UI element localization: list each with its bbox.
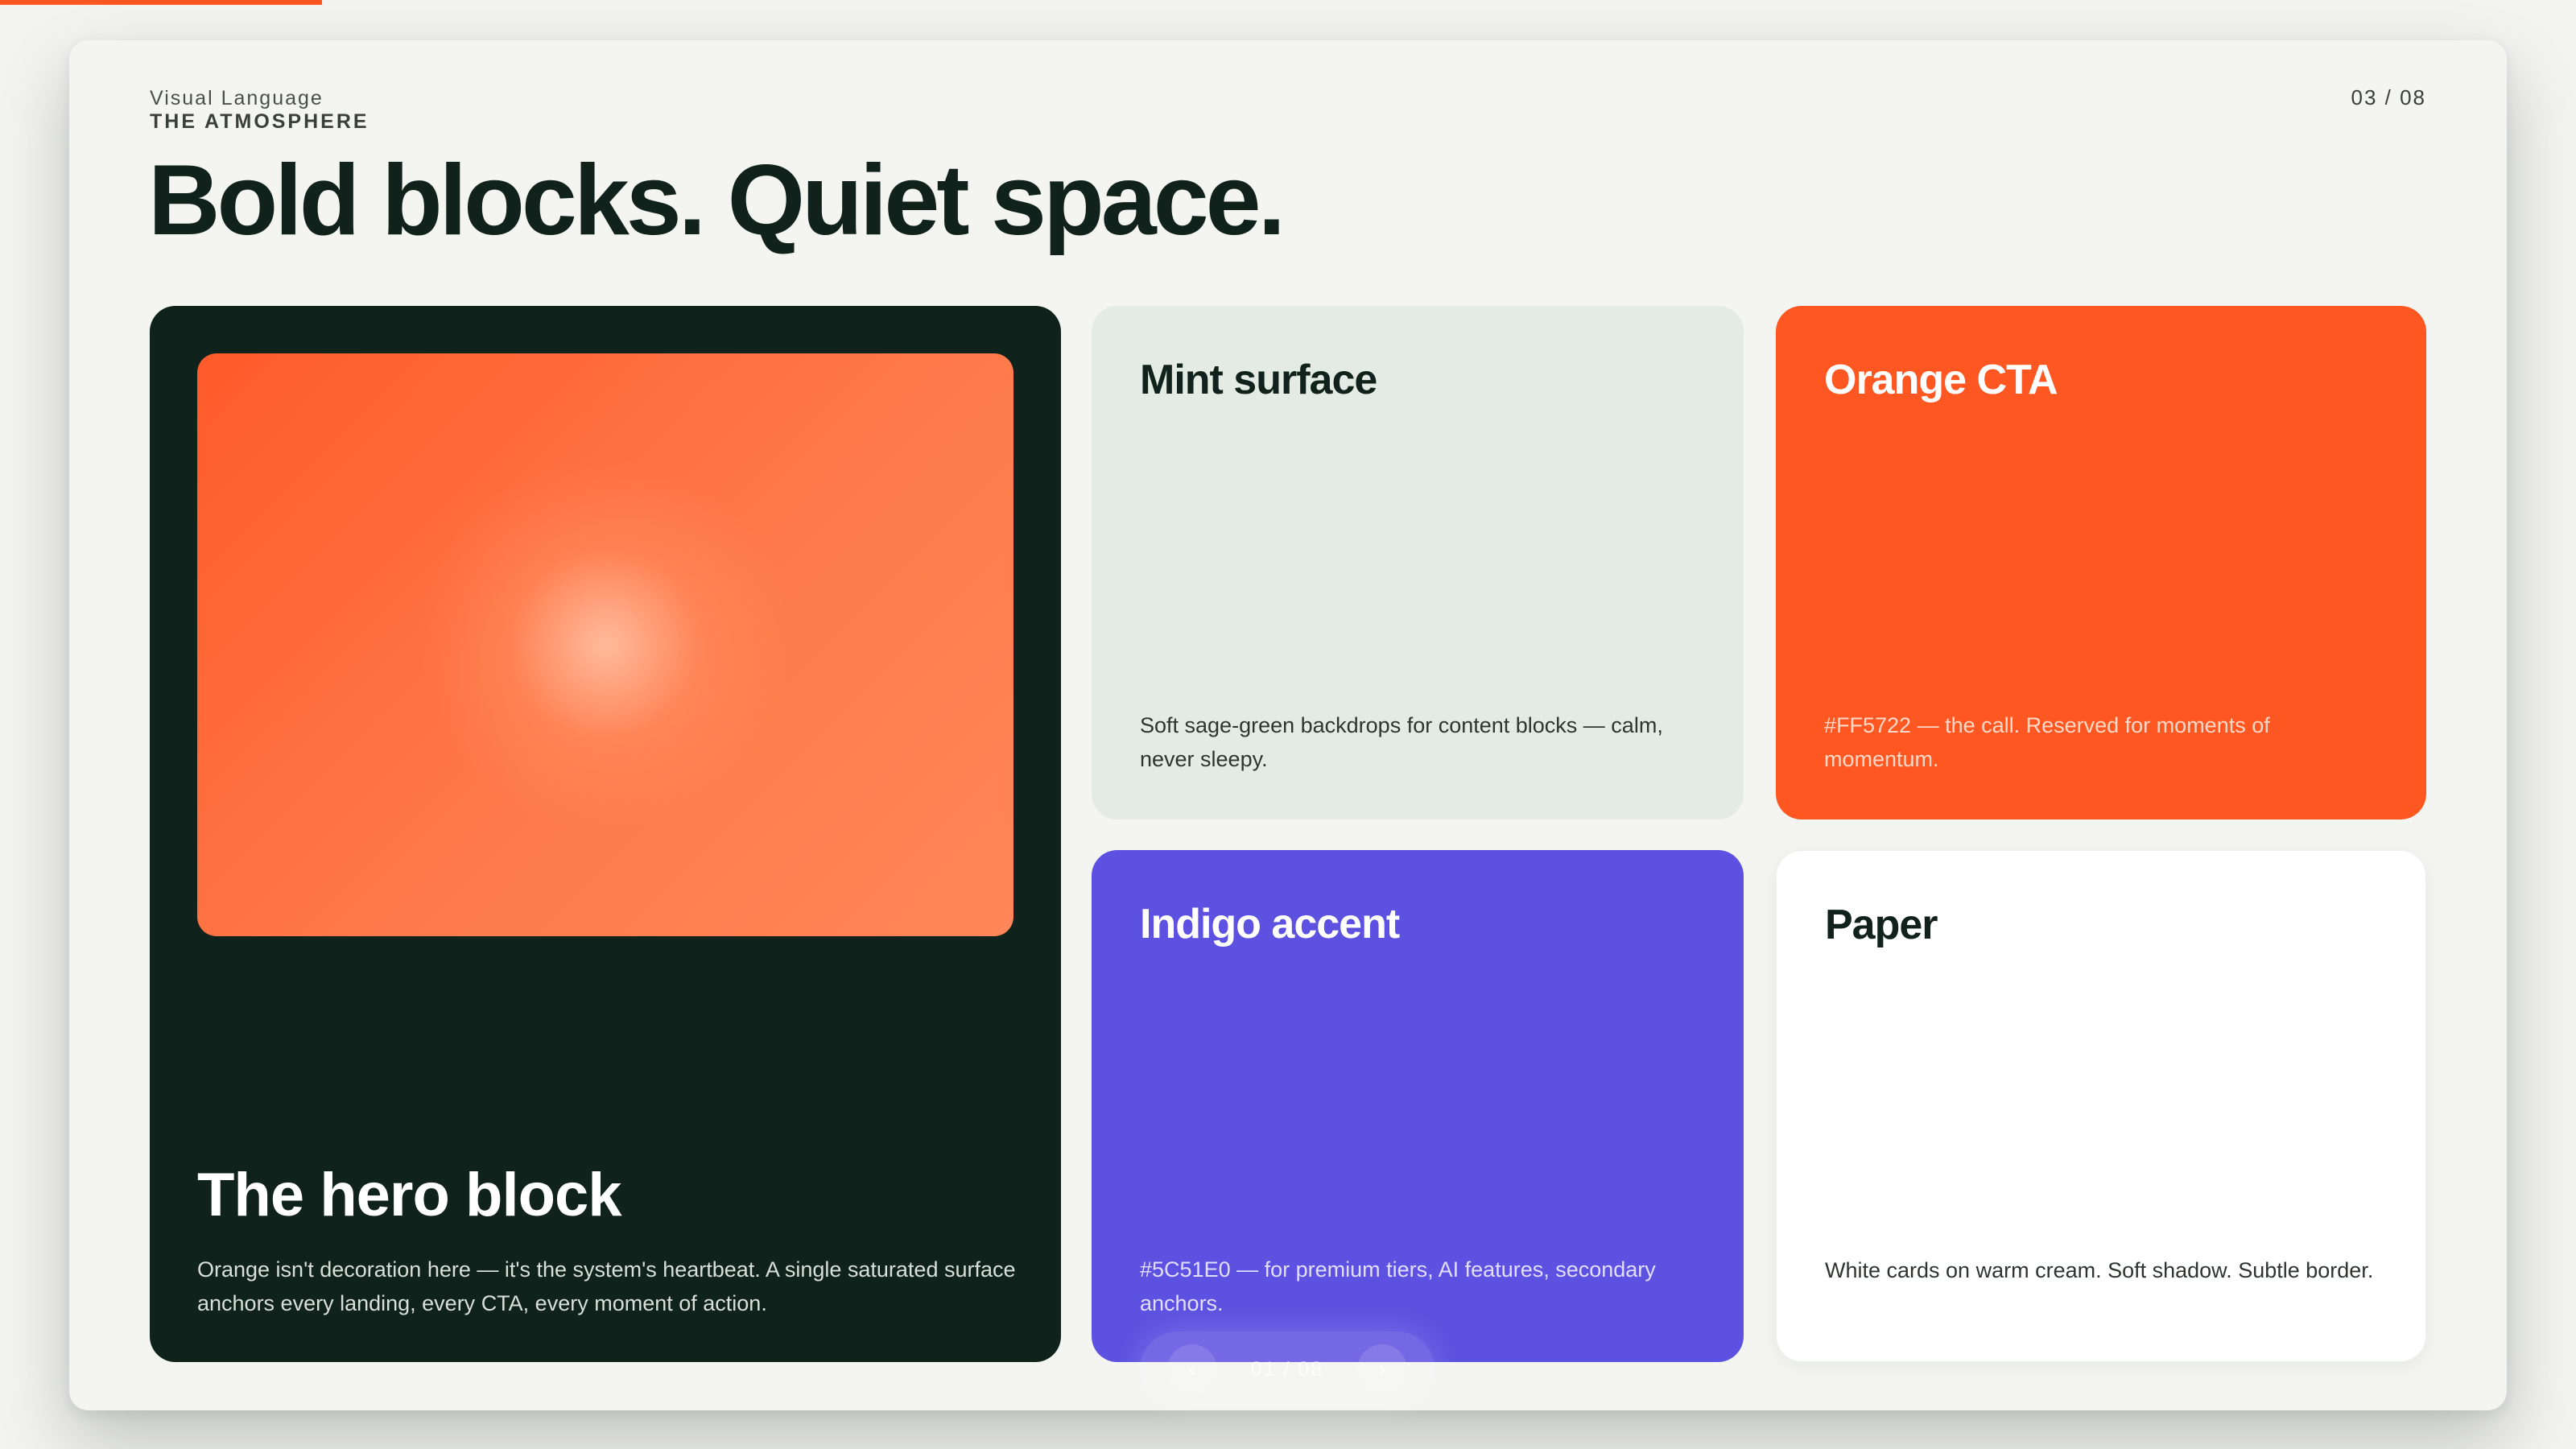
- mint-surface-description: Soft sage-green backdrops for content bl…: [1140, 713, 1663, 771]
- slide-headline: Bold blocks. Quiet space.: [148, 145, 1286, 256]
- pager-counter: 01 / 08: [1250, 1357, 1324, 1381]
- slide-pager: ‹ 01 / 08 ›: [1140, 1331, 1435, 1407]
- hero-gradient-art: [197, 353, 1013, 936]
- mint-surface-card: Mint surface Soft sage-green backdrops f…: [1092, 306, 1744, 819]
- mint-surface-title: Mint surface: [1140, 357, 1377, 403]
- paper-card: Paper White cards on warm cream. Soft sh…: [1776, 850, 2426, 1362]
- slide-eyebrow: Visual Language: [150, 87, 324, 109]
- orange-cta-description: #FF5722 — the call. Reserved for moments…: [1824, 713, 2270, 771]
- paper-title: Paper: [1825, 902, 1938, 948]
- indigo-accent-title: Indigo accent: [1140, 901, 1400, 947]
- orange-cta-card: Orange CTA #FF5722 — the call. Reserved …: [1776, 306, 2426, 819]
- slide: Visual Language THE ATMOSPHERE 03 / 08 B…: [69, 40, 2507, 1410]
- hero-block-title: The hero block: [197, 1161, 622, 1229]
- chevron-right-icon[interactable]: ›: [1356, 1344, 1407, 1394]
- slide-section-label: THE ATMOSPHERE: [150, 110, 369, 133]
- indigo-accent-card: Indigo accent #5C51E0 — for premium tier…: [1092, 850, 1744, 1362]
- deck-progress-fill: [0, 0, 322, 5]
- paper-description: White cards on warm cream. Soft shadow. …: [1825, 1258, 2374, 1282]
- slide-page-counter: 03 / 08: [2351, 85, 2426, 109]
- hero-block-description: Orange isn't decoration here — it's the …: [197, 1257, 1016, 1315]
- deck-progress-bar: [0, 0, 2576, 5]
- indigo-accent-description: #5C51E0 — for premium tiers, AI features…: [1140, 1257, 1656, 1315]
- chevron-left-icon[interactable]: ‹: [1167, 1344, 1217, 1394]
- hero-block-card: The hero block Orange isn't decoration h…: [150, 306, 1061, 1362]
- orange-cta-title: Orange CTA: [1824, 357, 2058, 403]
